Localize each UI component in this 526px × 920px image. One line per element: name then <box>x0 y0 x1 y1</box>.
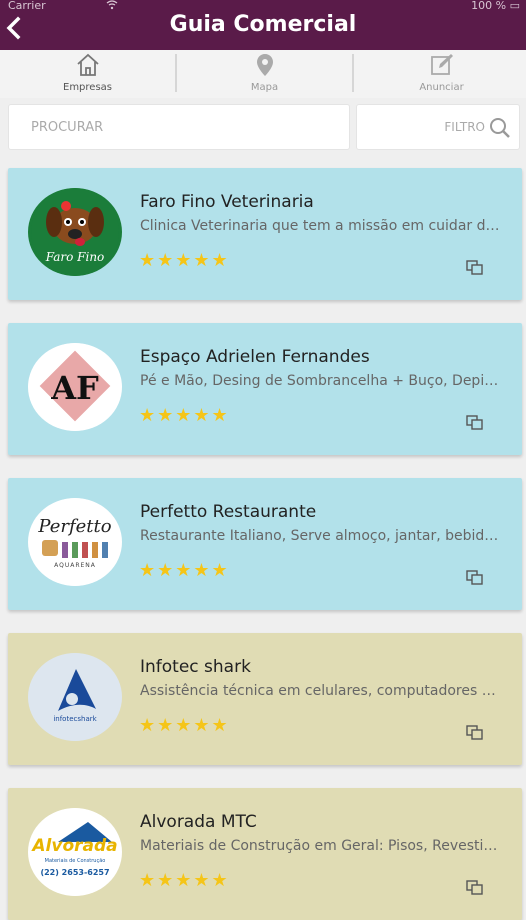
rating-stars: ★★★★★ <box>139 870 230 891</box>
listing-description: Restaurante Italiano, Serve almoço, jant… <box>140 528 500 544</box>
tab-empresas[interactable]: Empresas <box>0 50 175 98</box>
business-logo: Faro Fino <box>28 188 122 276</box>
tab-label: Empresas <box>63 82 112 93</box>
logo-text: Perfetto <box>38 516 112 537</box>
business-logo: infotecshark <box>28 653 122 741</box>
logo-text: Alvorada <box>32 836 118 856</box>
tab-mapa[interactable]: Mapa <box>177 50 352 98</box>
listing-title: Espaço Adrielen Fernandes <box>140 347 370 367</box>
logo-phone: (22) 2653-6257 <box>40 868 110 877</box>
listing-title: Alvorada MTC <box>140 812 257 832</box>
share-icon[interactable] <box>466 415 484 431</box>
tab-bar: Empresas Mapa Anunciar <box>0 50 526 98</box>
listing-title: Perfetto Restaurante <box>140 502 317 522</box>
listing-card[interactable]: Perfetto AQUARENA Perfetto Restaurante R… <box>8 478 522 610</box>
listing-description: Materiais de Construção em Geral: Pisos,… <box>140 838 500 854</box>
listing-title: Infotec shark <box>140 657 251 677</box>
logo-text: AF <box>51 369 99 407</box>
listing-description: Clinica Veterinaria que tem a missão em … <box>140 218 500 234</box>
search-input[interactable] <box>9 105 349 149</box>
rating-stars: ★★★★★ <box>139 250 230 271</box>
search-icon <box>490 118 510 138</box>
filter-label: FILTRO <box>444 120 485 134</box>
map-pin-icon <box>256 54 273 76</box>
business-logo: Alvorada Materiais de Construção (22) 26… <box>28 808 122 896</box>
app-header: Guia Comercial <box>0 12 526 50</box>
logo-text: Faro Fino <box>45 250 105 264</box>
listing-description: Pé e Mão, Desing de Sombrancelha + Buço,… <box>140 373 500 389</box>
listing-card[interactable]: infotecshark Infotec shark Assistência t… <box>8 633 522 765</box>
tab-anunciar[interactable]: Anunciar <box>354 50 526 98</box>
search-field[interactable] <box>8 104 350 150</box>
business-logo: Perfetto AQUARENA <box>28 498 122 586</box>
battery-indicator: 100 % ▭ <box>471 0 520 12</box>
logo-subtext: Materiais de Construção <box>44 858 106 864</box>
status-bar: Carrier 100 % ▭ <box>0 0 526 12</box>
tab-label: Mapa <box>250 82 279 93</box>
share-icon[interactable] <box>466 725 484 741</box>
listing-description: Assistência técnica em celulares, comput… <box>140 683 500 699</box>
page-title: Guia Comercial <box>169 12 357 37</box>
logo-subtext: AQUARENA <box>54 562 96 569</box>
logo-text: infotecshark <box>53 715 97 723</box>
battery-label: 100 % <box>471 0 507 12</box>
rating-stars: ★★★★★ <box>139 560 230 581</box>
edit-icon <box>430 54 453 75</box>
rating-stars: ★★★★★ <box>139 715 230 736</box>
rating-stars: ★★★★★ <box>139 405 230 426</box>
listing-card[interactable]: Faro Fino Faro Fino Veterinaria Clinica … <box>8 168 522 300</box>
share-icon[interactable] <box>466 880 484 896</box>
business-logo: AF <box>28 343 122 431</box>
share-icon[interactable] <box>466 570 484 586</box>
filter-button[interactable]: FILTRO <box>356 104 520 150</box>
home-icon <box>76 53 99 76</box>
listing-card[interactable]: Alvorada Materiais de Construção (22) 26… <box>8 788 522 920</box>
battery-icon: ▭ <box>509 0 520 12</box>
tab-label: Anunciar <box>419 82 464 93</box>
carrier-label: Carrier <box>8 0 46 12</box>
listing-title: Faro Fino Veterinaria <box>140 192 314 212</box>
share-icon[interactable] <box>466 260 484 276</box>
listing-card[interactable]: AF Espaço Adrielen Fernandes Pé e Mão, D… <box>8 323 522 455</box>
